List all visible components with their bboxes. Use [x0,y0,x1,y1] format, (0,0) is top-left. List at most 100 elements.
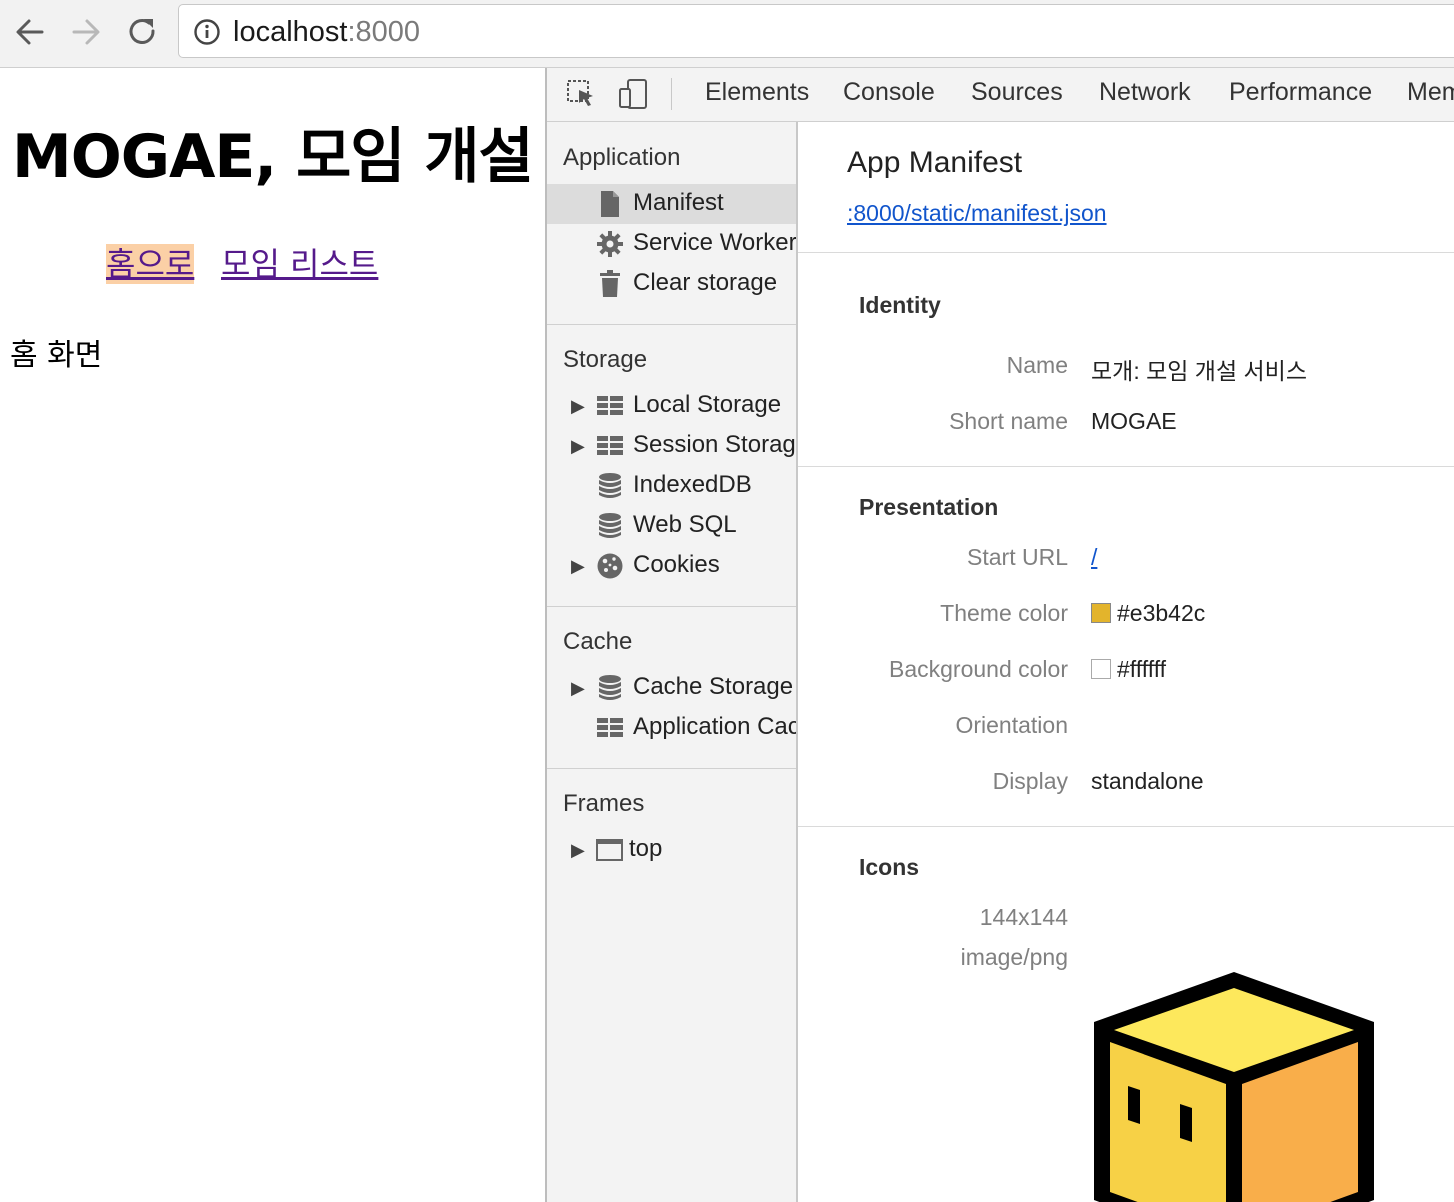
name-label: Name [1006,352,1068,378]
theme-color-swatch [1091,603,1111,623]
home-link[interactable]: 홈으로 [106,244,195,284]
manifest-title: App Manifest [847,146,1023,179]
devtools-tabbar: Elements Console Sources Network Perform… [547,68,1454,122]
identity-section-title: Identity [859,292,941,318]
back-button[interactable] [10,12,50,52]
tab-elements[interactable]: Elements [705,78,809,107]
start-url-value: / [1091,544,1097,571]
tab-sources[interactable]: Sources [971,78,1063,107]
arrow-left-icon [16,19,44,45]
grid-icon [597,718,623,737]
section-divider [798,826,1454,827]
icons-section-title: Icons [859,854,920,880]
devtools-panel: Elements Console Sources Network Perform… [545,68,1454,1202]
tab-network[interactable]: Network [1099,78,1191,107]
section-divider [798,466,1454,467]
sidebar-item-label: Service Workers [633,229,798,256]
background-color-text: #ffffff [1117,656,1167,682]
url-port: :8000 [347,16,421,48]
sidebar-item-label: Local Storage [633,391,782,418]
expand-arrow-icon[interactable]: ▶ [571,396,585,417]
database-icon [599,473,621,498]
sidebar-item-web-sql[interactable]: Web SQL [547,506,796,546]
presentation-section-title: Presentation [859,494,999,520]
page-title: MOGAE, 모임 개설 [12,122,534,192]
manifest-file-link[interactable]: :8000/static/manifest.json [847,200,1107,227]
sidebar-item-label: Application Cache [633,713,796,740]
app-cube-icon [1094,972,1374,1202]
forward-button[interactable] [66,12,106,52]
sidebar-item-service-workers[interactable]: Service Workers [547,224,798,264]
expand-arrow-icon[interactable]: ▶ [571,678,585,699]
url-host: localhost [233,16,348,48]
url-text[interactable]: localhost:8000 [233,15,420,49]
orientation-label: Orientation [955,712,1068,738]
database-icon [599,675,621,700]
section-frames: Frames [563,790,645,817]
cookie-icon [597,553,623,579]
sidebar-item-cookies[interactable]: ▶ Cookies [547,546,796,586]
background-color-label: Background color [889,656,1068,682]
sidebar-item-manifest[interactable]: Manifest [547,184,796,224]
device-toolbar-icon[interactable] [617,78,649,110]
background-color-swatch [1091,659,1111,679]
background-color-value: #ffffff [1091,656,1166,683]
meeting-list-link[interactable]: 모임 리스트 [221,244,378,284]
tab-performance[interactable]: Performance [1229,78,1372,107]
section-divider [798,252,1454,253]
sidebar-item-label: Cache Storage [633,673,794,700]
trash-icon [600,270,620,297]
display-value: standalone [1091,768,1204,794]
grid-icon [597,436,623,455]
theme-color-label: Theme color [940,600,1068,626]
reload-button[interactable] [122,12,162,52]
sidebar-item-label: Web SQL [633,511,737,538]
theme-color-text: #e3b42c [1117,600,1206,626]
sidebar-divider [547,606,796,607]
expand-arrow-icon[interactable]: ▶ [571,840,585,861]
name-value: 모개: 모임 개설 서비스 [1091,358,1308,384]
start-url-label: Start URL [967,544,1068,570]
browser-toolbar: localhost:8000 [0,0,1454,68]
toolbar-separator [671,78,672,110]
sidebar-item-indexeddb[interactable]: IndexedDB [547,466,796,506]
address-bar[interactable]: localhost:8000 [178,4,1454,58]
sidebar-item-label: Manifest [633,189,724,216]
page-viewport: MOGAE, 모임 개설 홈으로 모임 리스트 홈 화면 [0,68,545,1202]
info-icon[interactable] [193,18,221,46]
manifest-panel: App Manifest :8000/static/manifest.json … [798,122,1454,1202]
sidebar-item-cache-storage[interactable]: ▶ Cache Storage [547,668,796,708]
section-cache: Cache [563,628,633,655]
expand-arrow-icon[interactable]: ▶ [571,436,585,457]
sidebar-item-clear-storage[interactable]: Clear storage [547,264,796,304]
arrow-right-icon [72,19,100,45]
section-storage: Storage [563,346,648,373]
short-name-label: Short name [949,408,1068,434]
sidebar-item-label: Clear storage [633,269,778,296]
expand-arrow-icon[interactable]: ▶ [571,556,585,577]
tab-memory[interactable]: Mem [1407,78,1454,107]
sidebar-item-label: IndexedDB [633,471,752,498]
grid-icon [597,396,623,415]
frame-icon [596,839,623,861]
sidebar-item-label: Session Storage [633,431,798,458]
sidebar-item-application-cache[interactable]: Application Cache [547,708,796,748]
sidebar-divider [547,324,796,325]
sidebar-divider [547,768,796,769]
sidebar-item-session-storage[interactable]: ▶ Session Storage [547,426,798,466]
icon-size-label: 144x144 [979,904,1068,930]
sidebar-item-local-storage[interactable]: ▶ Local Storage [547,386,796,426]
tab-console[interactable]: Console [843,78,935,107]
display-label: Display [992,768,1068,794]
document-icon [601,191,619,217]
short-name-value: MOGAE [1091,408,1177,434]
reload-icon [129,19,155,44]
icon-type-label: image/png [960,944,1068,970]
section-application: Application [563,144,681,171]
inspect-element-icon[interactable] [565,78,597,110]
gear-icon [597,231,623,257]
application-sidebar: Application Manifest Service Workers Cle… [547,122,798,1202]
page-body-text: 홈 화면 [10,338,103,373]
sidebar-item-top-frame[interactable]: ▶ top [547,830,796,870]
start-url-link[interactable]: / [1091,544,1097,570]
